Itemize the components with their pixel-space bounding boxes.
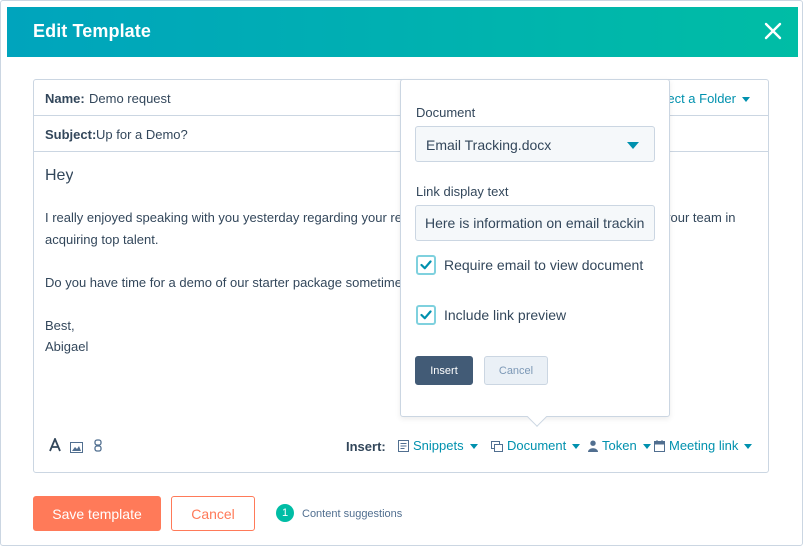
chevron-down-icon <box>744 444 753 450</box>
require-email-checkbox[interactable] <box>416 255 436 275</box>
link-text-field-wrap <box>415 205 655 241</box>
document-menu[interactable]: Document <box>491 438 581 453</box>
include-preview-checkbox[interactable] <box>416 305 436 325</box>
edit-template-modal: Edit Template Name: Demo request ect a F… <box>0 0 803 546</box>
modal-title: Edit Template <box>33 21 151 41</box>
subject-label: Subject: <box>45 127 97 142</box>
chevron-down-icon <box>642 444 651 450</box>
body-signature: Abigael <box>45 339 89 354</box>
person-icon <box>588 440 598 452</box>
link-text-label: Link display text <box>416 184 509 199</box>
require-email-checkbox-row[interactable]: Require email to view document <box>416 255 666 277</box>
chevron-down-icon <box>469 444 478 450</box>
checkmark-icon <box>420 260 432 270</box>
body-para1-line2: acquiring top talent. <box>45 232 159 247</box>
chevron-down-icon <box>572 444 581 450</box>
document-select[interactable]: Email Tracking.docx <box>415 126 655 162</box>
popover-cancel-button[interactable]: Cancel <box>484 356 548 385</box>
snippet-icon <box>398 440 409 452</box>
calendar-icon <box>654 440 665 452</box>
subject-input[interactable]: Up for a Demo? <box>96 127 188 142</box>
body-para1-line1-end: your team in <box>664 210 736 225</box>
content-suggestions-link[interactable]: Content suggestions <box>302 508 402 520</box>
close-icon[interactable] <box>762 20 784 42</box>
link-text-input[interactable] <box>416 206 654 240</box>
document-select-value: Email Tracking.docx <box>426 137 552 153</box>
document-icon <box>491 441 503 452</box>
image-icon[interactable] <box>70 440 83 458</box>
insert-document-popover: Document Email Tracking.docx Link displa… <box>400 79 670 427</box>
save-template-button[interactable]: Save template <box>33 496 161 531</box>
document-field-label: Document <box>416 105 476 120</box>
chevron-down-icon <box>627 142 639 149</box>
cancel-button[interactable]: Cancel <box>171 496 255 531</box>
insert-button[interactable]: Insert <box>415 356 473 385</box>
body-signoff: Best, <box>45 318 75 333</box>
body-para1-line1-start: I really enjoyed speaking with you yeste… <box>45 210 402 225</box>
include-preview-checkbox-row[interactable]: Include link preview <box>416 305 596 327</box>
snippets-menu[interactable]: Snippets <box>398 438 478 453</box>
include-preview-label: Include link preview <box>444 307 567 323</box>
token-menu[interactable]: Token <box>588 438 651 453</box>
token-label: Token <box>602 438 637 453</box>
folder-select-label: ect a Folder <box>667 91 736 106</box>
attachment-icon[interactable] <box>94 439 102 457</box>
checkmark-icon <box>420 310 432 320</box>
insert-label: Insert: <box>346 439 386 454</box>
meeting-link-label: Meeting link <box>669 438 739 453</box>
chevron-down-icon <box>742 97 750 103</box>
name-input[interactable]: Demo request <box>89 91 171 106</box>
text-format-icon[interactable] <box>49 436 61 457</box>
snippets-label: Snippets <box>413 438 464 453</box>
body-greeting: Hey <box>45 167 74 184</box>
modal-header: Edit Template <box>7 7 798 57</box>
body-para2: Do you have time for a demo of our start… <box>45 275 402 290</box>
folder-select[interactable]: ect a Folder <box>667 91 750 106</box>
document-label: Document <box>507 438 567 453</box>
meeting-link-menu[interactable]: Meeting link <box>654 438 753 453</box>
name-label: Name: <box>45 91 85 106</box>
require-email-label: Require email to view document <box>444 257 644 273</box>
suggestions-count-badge[interactable]: 1 <box>276 504 294 522</box>
